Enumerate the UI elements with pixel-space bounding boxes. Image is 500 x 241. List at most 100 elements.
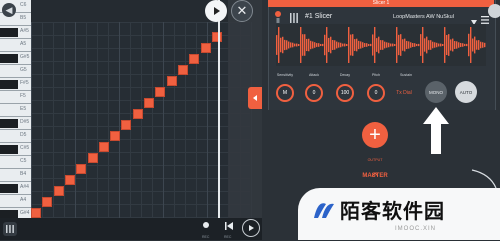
midi-note[interactable] [166,76,177,86]
auto-button[interactable]: AUTO [455,81,477,103]
piano-key-label: F#5 [20,80,29,86]
midi-note[interactable] [31,208,41,218]
piano-key-label: G5 [20,67,27,73]
watermark-logo [310,196,338,229]
piano-key[interactable]: D#5 [0,117,31,130]
piano-key[interactable]: G5 [0,65,31,78]
waveform-bar [482,42,484,48]
piano-key-label: F5 [20,93,26,99]
watermark-text: 陌客软件园 [340,201,445,223]
midi-note[interactable] [211,32,222,42]
add-channel-button[interactable]: + [362,122,388,148]
playhead-handle[interactable] [205,0,227,22]
mono-button[interactable]: MONO [425,81,447,103]
waveform-bar [276,35,278,55]
waveform-bar [290,42,292,48]
piano-key[interactable]: G#5 [0,52,31,65]
waveform-bar [302,34,304,56]
tx-dial-selector[interactable]: Tx Dial [393,84,415,102]
midi-note[interactable] [98,142,109,152]
sensitivity-knob[interactable]: M [276,84,294,102]
grid-column-line [196,22,197,218]
annotation-arrow-icon [423,107,449,154]
midi-note[interactable] [87,153,98,163]
piano-key[interactable]: F#5 [0,78,31,91]
playhead-line[interactable] [218,0,220,240]
midi-note[interactable] [189,54,200,64]
waveform-bar [406,40,408,50]
waveform-bar [362,42,364,48]
midi-note[interactable] [155,87,166,97]
top-right-curl-icon [488,4,500,18]
piano-key-label: G#5 [20,54,30,60]
midi-note[interactable] [144,98,154,108]
preset-name[interactable]: LoopMasters AW NuSkul [393,14,454,20]
attack-knob[interactable]: 0 [305,84,323,102]
mixer-icon[interactable] [3,222,17,236]
waveform-bar [316,43,318,47]
play-icon [214,7,220,15]
waveform-bar [330,36,332,54]
piano-key[interactable]: B4 [0,169,31,182]
waveform-bar [344,43,346,47]
piano-key[interactable]: C#5 [0,143,31,156]
piano-key[interactable]: F5 [0,91,31,104]
piano-key[interactable]: A5 [0,39,31,52]
play-icon [249,225,254,231]
sample-waveform[interactable] [276,24,486,66]
panel-collapse-tab[interactable] [248,87,262,109]
waveform-bar [378,36,380,54]
decay-knob[interactable]: 100 [336,84,354,102]
channel-name[interactable]: #1 Slicer [305,13,332,20]
midi-note[interactable] [110,131,121,141]
waveform-bar [298,44,300,46]
piano-key-label: E5 [20,106,27,112]
midi-note[interactable] [53,186,64,196]
waveform-bar [358,40,360,50]
close-piano-roll-button[interactable]: ✕ [231,0,253,22]
grid-column-line [163,22,164,218]
waveform-bar [432,41,434,49]
waveform-bar [394,44,396,46]
waveform-bar [454,41,456,49]
waveform-bar [424,38,426,52]
rewind-button[interactable] [224,221,234,231]
piano-roll[interactable]: C6 B5 A#5 A5 G#5 G5 F#5 F5 E5 D#5 D5 C#5 C5 B4 A#4 A4 G#… [0,0,262,240]
pitch-knob[interactable]: 0 [367,84,385,102]
waveform-bar [478,40,480,50]
waveform-bar [466,43,468,47]
piano-key-label: D#5 [20,119,30,125]
waveform-bar [280,37,282,53]
piano-key[interactable]: A#5 [0,26,31,39]
piano-key[interactable]: A#4 [0,182,31,195]
master-output-selector[interactable]: MASTER [358,173,392,179]
midi-note[interactable] [200,43,211,53]
waveform-bar [450,39,452,51]
play-button[interactable] [242,219,260,237]
piano-key-label: A5 [20,41,27,47]
waveform-bar [374,27,376,63]
piano-keyboard[interactable]: C6 B5 A#5 A5 G#5 G5 F#5 F5 E5 D#5 D5 C#5 C5 B4 A#4 A4 G#… [0,0,31,240]
waveform-bar [436,42,438,48]
knob-value: 0 [374,90,378,96]
midi-note[interactable] [76,164,87,174]
waveform-bar [348,27,350,63]
record-button[interactable] [202,221,210,229]
waveform-bar [400,34,402,56]
midi-note[interactable] [132,109,143,119]
midi-note[interactable] [121,120,132,130]
tx-dial-label: Tx Dial [396,90,412,96]
waveform-bar [372,34,374,56]
piano-key[interactable]: A4 [0,195,31,208]
waveform-bar [386,42,388,48]
midi-note[interactable] [64,175,75,185]
piano-key[interactable]: C5 [0,156,31,169]
piano-key[interactable]: D5 [0,130,31,143]
knob-value: 100 [340,90,350,96]
piano-key[interactable]: E5 [0,104,31,117]
waveform-bar [458,42,460,48]
midi-note[interactable] [177,65,188,75]
back-button[interactable]: ◀ [2,3,16,17]
midi-note[interactable] [42,197,53,207]
waveform-bar [300,27,302,63]
